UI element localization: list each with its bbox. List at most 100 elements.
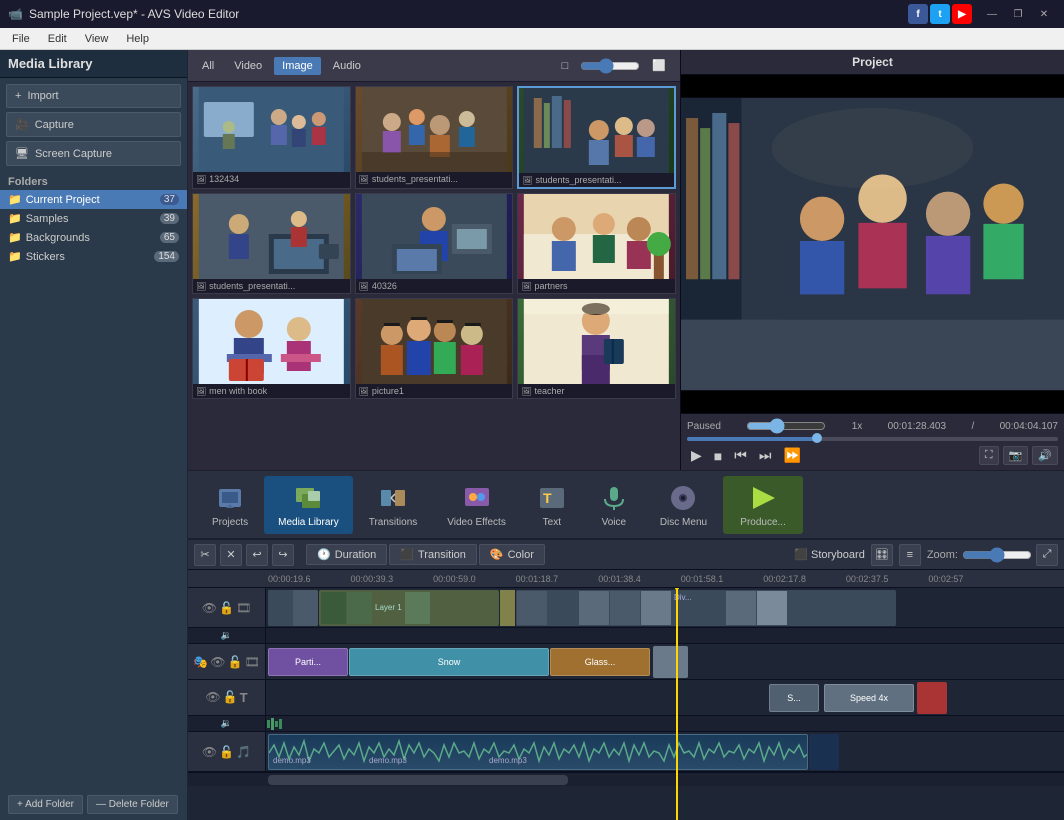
tl-tab-color[interactable]: 🎨 Color	[479, 544, 545, 565]
audio-extra-clip[interactable]	[809, 734, 839, 770]
tl-tab-transition[interactable]: ⬛ Transition	[389, 544, 477, 565]
next-frame-button[interactable]: ⏭	[755, 445, 776, 466]
overlay-extra-clip[interactable]	[653, 646, 688, 678]
lock-icon[interactable]: 🔓	[228, 655, 243, 669]
lock-icon[interactable]: 🔓	[223, 690, 238, 705]
media-item-selected[interactable]: students_presentati...	[517, 86, 676, 189]
minimize-button[interactable]: —	[980, 5, 1004, 23]
tool-projects[interactable]: Projects	[198, 476, 262, 534]
tab-image[interactable]: Image	[274, 57, 321, 75]
folder-list: 📁 Current Project 37 📁 Samples 39 📁 Back…	[0, 190, 187, 266]
eye-icon[interactable]: 👁	[202, 601, 217, 615]
prev-frame-button[interactable]: ⏮	[730, 445, 751, 466]
film-icon[interactable]: 🎞	[244, 655, 259, 669]
media-item[interactable]: partners	[517, 193, 676, 294]
timeline-settings-button[interactable]: 🎛	[871, 544, 893, 566]
timestamp-current: 00:01:28.403	[888, 421, 946, 432]
redo-button[interactable]: ↪	[272, 544, 294, 566]
maximize-button[interactable]: ❐	[1006, 5, 1030, 23]
scrollbar-thumb[interactable]	[268, 775, 568, 785]
text-clip-speed[interactable]: Speed 4x	[824, 684, 914, 712]
overlay-clip-snow[interactable]: Snow	[349, 648, 549, 676]
main-layout: Media Library + Import 🎥 Capture 🖥 Scree…	[0, 50, 1064, 820]
media-item[interactable]: students_presentati...	[192, 193, 351, 294]
tool-disc-menu[interactable]: Disc Menu	[646, 476, 721, 534]
fullscreen-button[interactable]: ⛶	[979, 446, 999, 465]
close-button[interactable]: ✕	[1032, 5, 1056, 23]
undo-button[interactable]: ↩	[246, 544, 268, 566]
media-item[interactable]: 132434	[192, 86, 351, 189]
tab-all[interactable]: All	[194, 57, 222, 75]
tool-voice[interactable]: Voice	[584, 476, 644, 534]
menu-view[interactable]: View	[77, 31, 117, 47]
folder-current-project[interactable]: 📁 Current Project 37	[0, 190, 187, 209]
video-clip-layer1[interactable]: Layer 1	[319, 590, 499, 626]
film-icon[interactable]: 🎞	[236, 601, 251, 615]
folder-samples[interactable]: 📁 Samples 39	[0, 209, 187, 228]
volume-button[interactable]: 🔊	[1032, 446, 1058, 465]
snapshot-button[interactable]: 📷	[1003, 446, 1029, 465]
text-icon: T	[536, 482, 568, 514]
overlay-clip-glass[interactable]: Glass...	[550, 648, 650, 676]
media-thumbnail	[356, 87, 513, 172]
text-clip-s[interactable]: S...	[769, 684, 819, 712]
storyboard-toggle[interactable]: ⬛ Storyboard	[794, 548, 865, 561]
youtube-button[interactable]: ▶	[952, 4, 972, 24]
tool-text[interactable]: T Text	[522, 476, 582, 534]
zoom-slider[interactable]	[962, 547, 1032, 563]
eye-icon[interactable]: 👁	[205, 690, 220, 705]
tool-media-library[interactable]: Media Library	[264, 476, 353, 534]
tool-transitions[interactable]: Transitions	[355, 476, 432, 534]
media-item[interactable]: students_presentati...	[355, 86, 514, 189]
h-scrollbar[interactable]	[188, 773, 1064, 786]
screen-capture-button[interactable]: 🖥 Screen Capture	[6, 141, 181, 166]
menu-help[interactable]: Help	[118, 31, 157, 47]
stop-button[interactable]: ■	[710, 446, 726, 466]
tab-video[interactable]: Video	[226, 57, 270, 75]
menu-edit[interactable]: Edit	[40, 31, 75, 47]
disc-menu-icon	[667, 482, 699, 514]
eye-icon[interactable]: 👁	[202, 745, 217, 759]
thumb-svg	[193, 299, 350, 384]
delete-tool-button[interactable]: ✕	[220, 544, 242, 566]
eye-icon[interactable]: 👁	[210, 655, 225, 669]
import-button[interactable]: + Import	[6, 84, 181, 108]
forward-button[interactable]: ⏩	[779, 445, 804, 466]
preview-status: Paused 1x 00:01:28.403 / 00:04:04.107	[687, 418, 1058, 434]
folder-backgrounds[interactable]: 📁 Backgrounds 65	[0, 228, 187, 247]
tool-video-effects[interactable]: Video Effects	[433, 476, 520, 534]
capture-button[interactable]: 🎥 Capture	[6, 112, 181, 137]
zoom-control: Zoom: ⤢	[927, 544, 1058, 566]
import-icon: +	[15, 90, 21, 102]
timeline-view-button[interactable]: ≡	[899, 544, 921, 566]
twitter-button[interactable]: t	[930, 4, 950, 24]
add-folder-button[interactable]: + Add Folder	[8, 795, 83, 814]
video-clip[interactable]	[268, 590, 318, 626]
video-clip-div[interactable]: Div...	[516, 590, 896, 626]
lock-icon[interactable]: 🔓	[219, 601, 234, 615]
tab-audio[interactable]: Audio	[325, 57, 369, 75]
tool-produce[interactable]: Produce...	[723, 476, 803, 534]
speed-slider[interactable]	[746, 418, 826, 434]
text-clip-extra[interactable]	[917, 682, 947, 714]
media-item-teacher[interactable]: teacher	[517, 298, 676, 399]
play-button[interactable]: ▶	[687, 445, 706, 466]
media-item-picture1[interactable]: picture1	[355, 298, 514, 399]
preview-progress-bar[interactable]	[687, 437, 1058, 441]
menu-file[interactable]: File	[4, 31, 38, 47]
overlay-clip-parti[interactable]: Parti...	[268, 648, 348, 676]
lock-icon[interactable]: 🔓	[219, 745, 234, 759]
delete-folder-button[interactable]: — Delete Folder	[87, 795, 178, 814]
cut-tool-button[interactable]: ✂	[194, 544, 216, 566]
tl-tab-duration[interactable]: 🕐 Duration	[306, 544, 387, 565]
audio-clip[interactable]: demo.mp3 demo.mp3 demo.mp3	[268, 734, 808, 770]
folder-stickers[interactable]: 📁 Stickers 154	[0, 247, 187, 266]
media-thumbnail	[518, 194, 675, 279]
media-item[interactable]: 40326	[355, 193, 514, 294]
transition-clip[interactable]	[500, 590, 515, 626]
size-slider-input[interactable]	[580, 58, 640, 74]
progress-handle[interactable]	[812, 433, 822, 443]
zoom-fit-button[interactable]: ⤢	[1036, 544, 1058, 566]
facebook-button[interactable]: f	[908, 4, 928, 24]
media-item-men-with-book[interactable]: men with book	[192, 298, 351, 399]
